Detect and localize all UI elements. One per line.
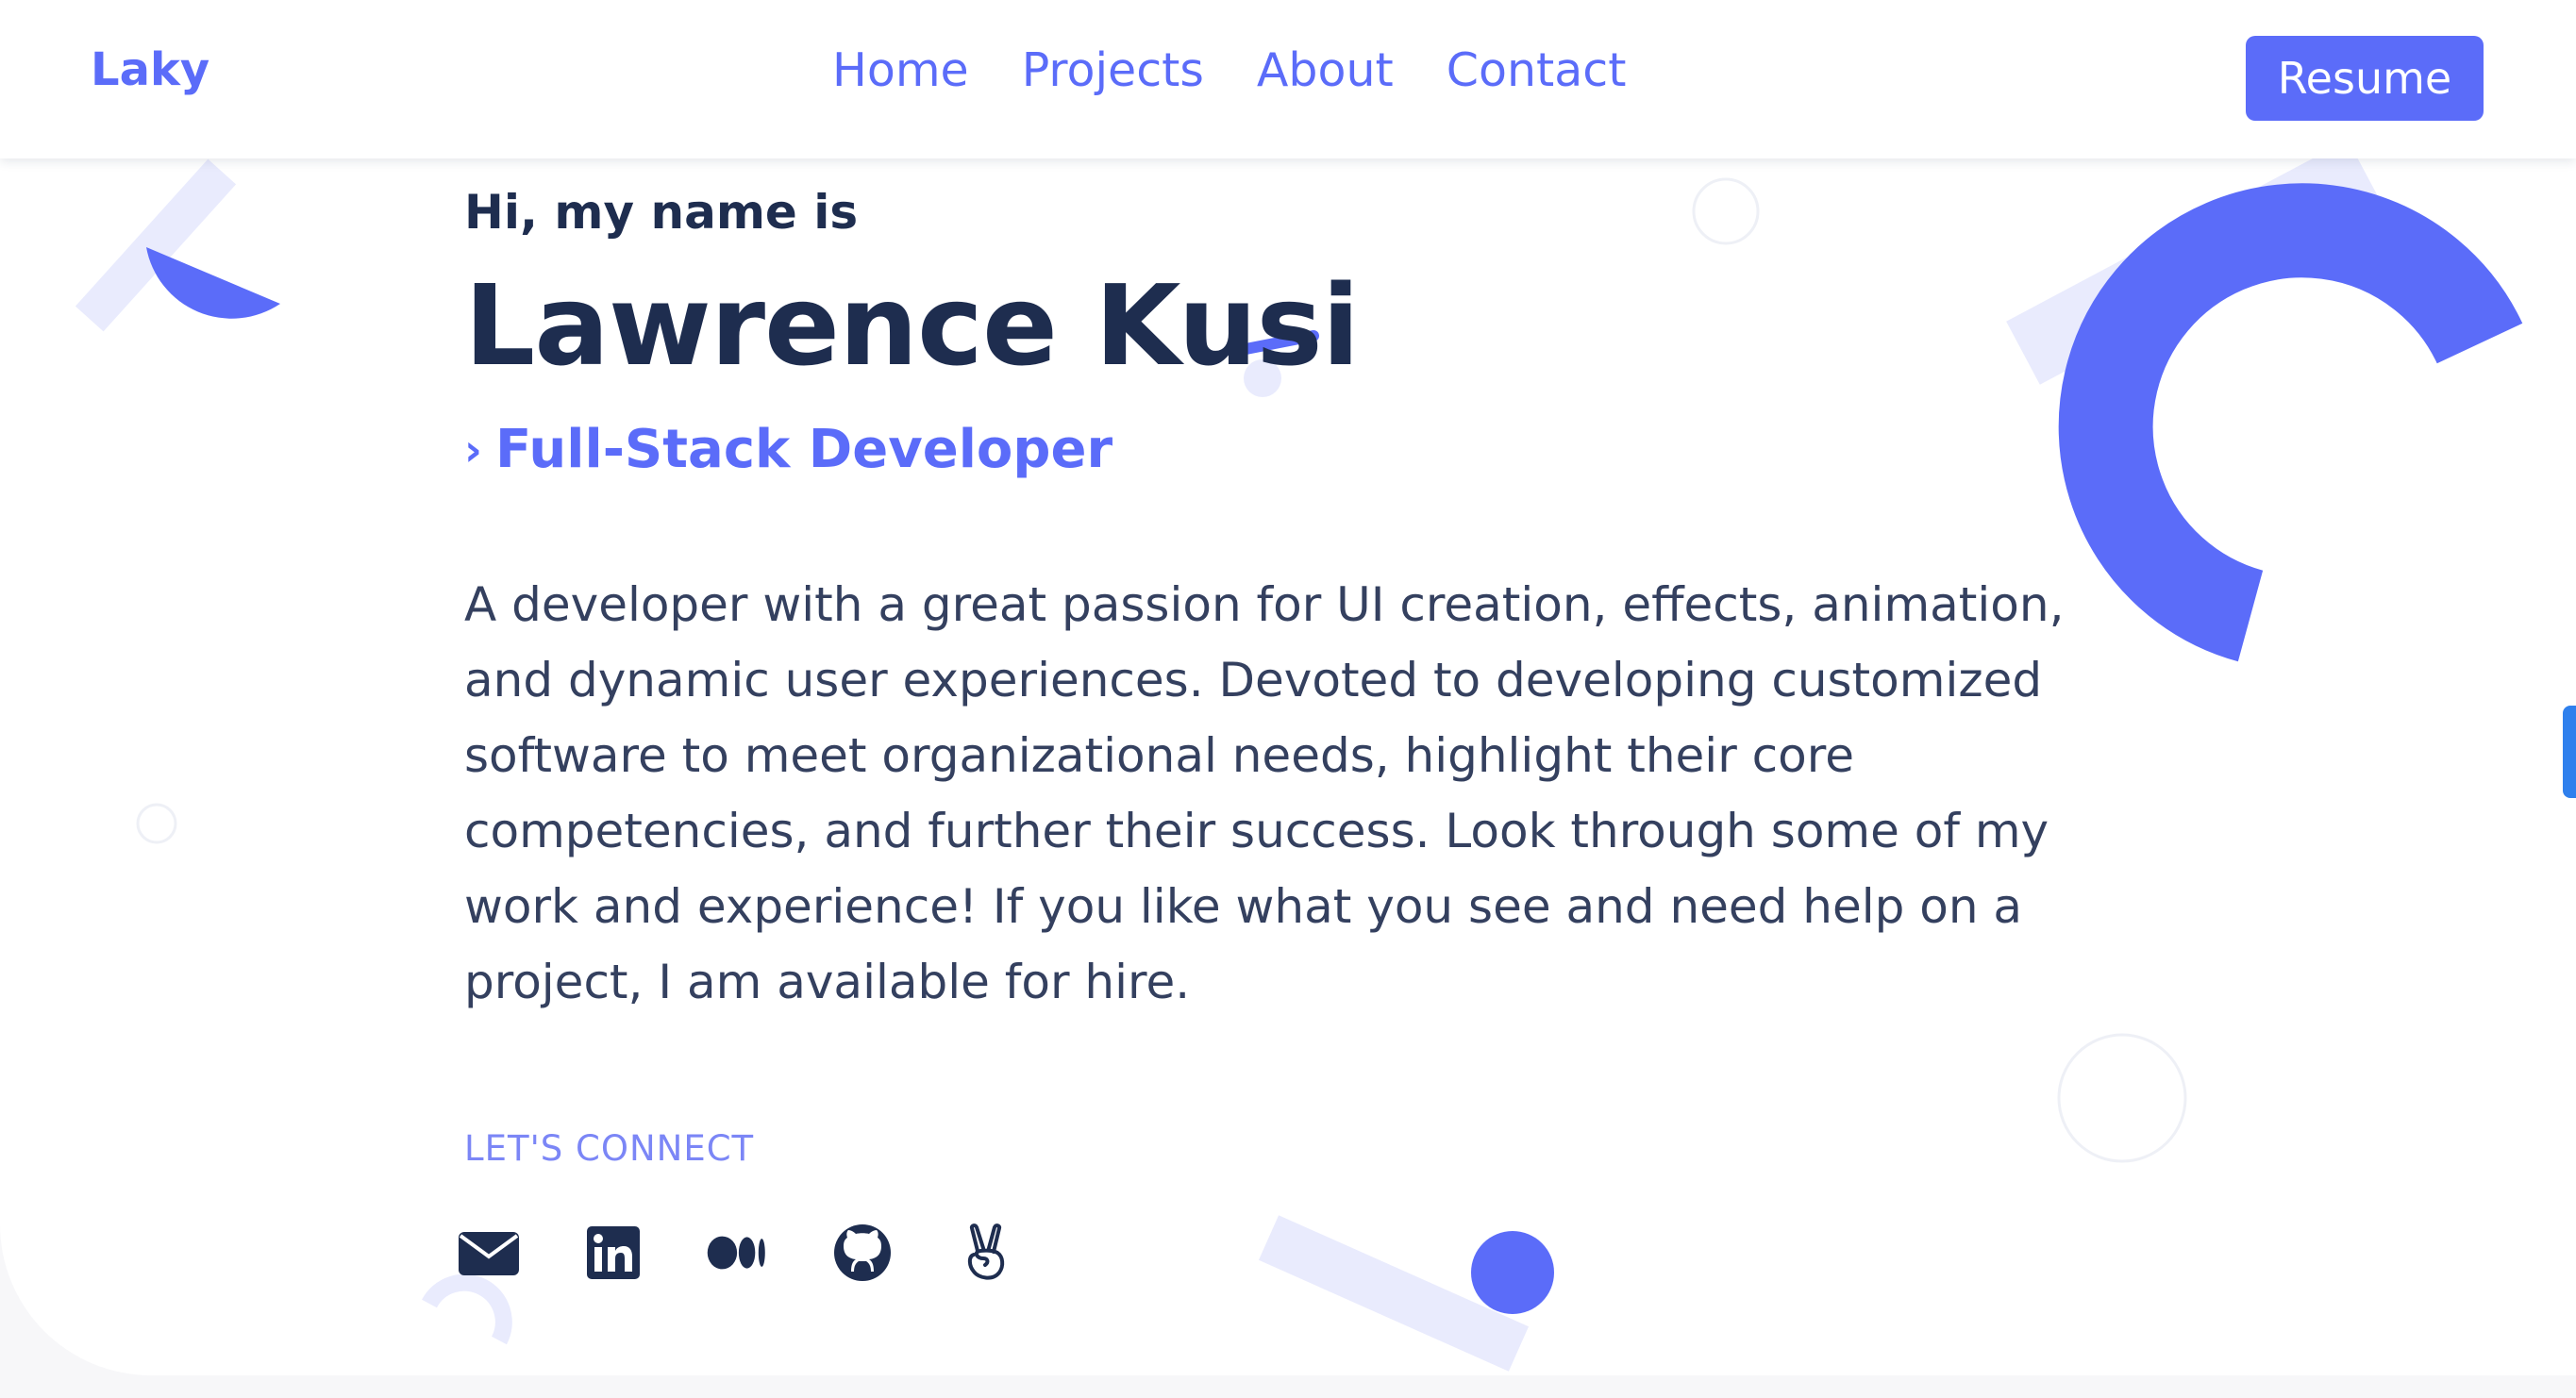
intro-content: Hi, my name is Lawrence Kusi › Full-Stac…	[464, 185, 2182, 1020]
navbar: Laky Home Projects About Contact Resume	[0, 0, 2576, 158]
hero-section: Laky Home Projects About Contact Resume …	[0, 0, 2576, 1375]
nav-links: Home Projects About Contact	[832, 43, 1626, 97]
deco-ring-left	[136, 803, 177, 844]
page-title: Lawrence Kusi	[464, 260, 1360, 391]
resume-button[interactable]: Resume	[2246, 36, 2484, 121]
nav-link-contact[interactable]: Contact	[1447, 43, 1627, 97]
github-icon[interactable]	[830, 1223, 895, 1283]
nav-link-about[interactable]: About	[1257, 43, 1394, 97]
mail-icon[interactable]	[457, 1223, 521, 1283]
deco-dot-bottom	[1471, 1231, 1554, 1314]
deco-arc-bottom-left	[422, 1273, 512, 1345]
linkedin-icon[interactable]	[581, 1223, 645, 1283]
nav-link-projects[interactable]: Projects	[1022, 43, 1204, 97]
deco-ring-bottom-right	[2057, 1033, 2187, 1163]
greeting: Hi, my name is	[464, 185, 859, 240]
nav-link-home[interactable]: Home	[832, 43, 969, 97]
role-line: › Full-Stack Developer	[464, 419, 2182, 480]
bio-text: A developer with a great passion for UI …	[464, 577, 2065, 1009]
angellist-icon[interactable]	[955, 1223, 1019, 1283]
medium-icon[interactable]	[706, 1223, 770, 1283]
page: Laky Home Projects About Contact Resume …	[0, 0, 2576, 1398]
logo[interactable]: Laky	[91, 43, 209, 96]
chevron-right-icon: ›	[464, 424, 482, 475]
connect-label: LET'S CONNECT	[464, 1128, 755, 1169]
deco-half-circle-top-left	[146, 247, 280, 319]
social-links	[457, 1223, 1019, 1283]
role-title: Full-Stack Developer	[494, 419, 1113, 480]
side-scroll-tab[interactable]	[2563, 706, 2576, 798]
